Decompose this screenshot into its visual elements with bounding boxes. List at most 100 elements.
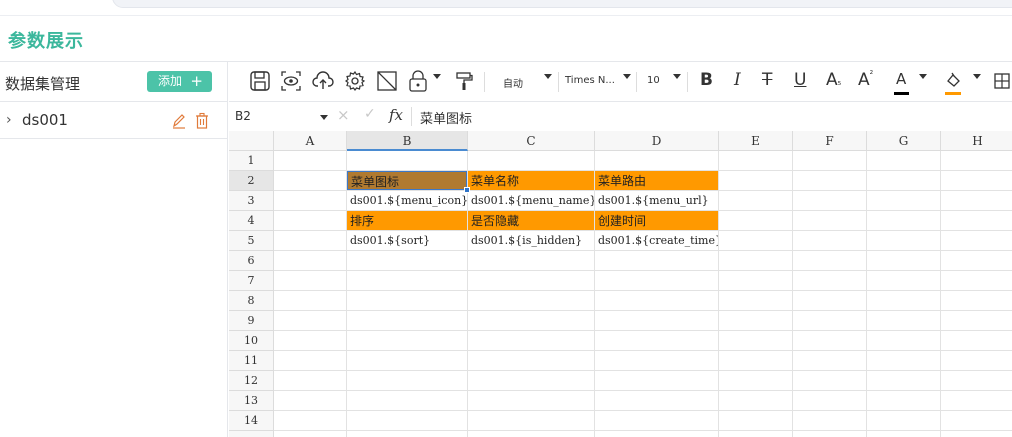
cancel-icon[interactable]: × (337, 106, 350, 124)
grid-line (940, 151, 941, 437)
dataset-name: ds001 (22, 111, 68, 129)
column-header-h[interactable]: H (941, 131, 1012, 151)
chevron-down-icon[interactable] (433, 74, 441, 79)
row-header-6[interactable]: 6 (229, 251, 274, 271)
subscript-button[interactable]: A₅ (826, 70, 841, 90)
bold-button[interactable]: B (700, 70, 713, 90)
chevron-down-icon[interactable] (919, 74, 927, 79)
chevron-down-icon[interactable] (673, 74, 681, 79)
toolbar-separator (558, 72, 559, 92)
cell-d5[interactable]: ds001.${create_time} (595, 231, 718, 250)
row-header-8[interactable]: 8 (229, 291, 274, 311)
fill-handle[interactable] (464, 187, 470, 193)
cell-d3[interactable]: ds001.${menu_url} (595, 191, 718, 210)
fill-color-bar (945, 92, 961, 95)
clear-format-icon[interactable] (376, 70, 398, 92)
strikethrough-button[interactable]: T (762, 70, 772, 90)
top-search-bar[interactable] (112, 0, 1012, 8)
dataset-panel-title: 数据集管理 (5, 75, 81, 93)
cell-b3[interactable]: ds001.${menu_icon} (347, 191, 467, 210)
plus-icon: + (190, 72, 203, 90)
border-icon[interactable] (991, 70, 1012, 92)
save-icon[interactable] (249, 70, 271, 92)
toolbar-separator (636, 72, 637, 92)
settings-icon[interactable] (344, 70, 366, 92)
grid-line (792, 151, 793, 437)
grid-line (274, 370, 1012, 371)
fill-color-icon[interactable] (943, 70, 965, 92)
cell-d2[interactable]: 菜单路由 (595, 171, 718, 190)
row-header-5[interactable]: 5 (229, 231, 274, 251)
column-header-b[interactable]: B (347, 131, 468, 151)
preview-icon[interactable] (280, 70, 302, 92)
row-header-7[interactable]: 7 (229, 271, 274, 291)
edit-icon[interactable] (171, 112, 187, 130)
subscript-label: A (826, 70, 838, 90)
italic-button[interactable]: I (734, 70, 741, 90)
row-header-1[interactable]: 1 (229, 151, 274, 171)
row-header-11[interactable]: 11 (229, 351, 274, 371)
toolbar-separator (687, 72, 688, 92)
cell-c2[interactable]: 菜单名称 (468, 171, 594, 190)
formula-bar: B2 × ✓ fx 菜单图标 (229, 103, 1012, 130)
grid-line (274, 410, 1012, 411)
formula-input[interactable]: 菜单图标 (420, 108, 472, 127)
column-header-f[interactable]: F (793, 131, 867, 151)
column-header-c[interactable]: C (468, 131, 595, 151)
spreadsheet-grid[interactable]: A B C D E F G H 1 2 3 4 5 6 7 8 9 10 11 12 13 14 菜单图标 菜单名称 菜单路由 d… (229, 131, 1012, 437)
delete-icon[interactable] (194, 112, 210, 130)
upload-icon[interactable] (312, 70, 334, 92)
divider (411, 107, 412, 126)
chevron-down-icon[interactable] (973, 74, 981, 79)
dataset-panel-header: 数据集管理 添加 + (0, 62, 228, 102)
grid-line (274, 430, 1012, 431)
cell-b5[interactable]: ds001.${sort} (347, 231, 467, 250)
row-header-14[interactable]: 14 (229, 411, 274, 431)
font-family-select[interactable]: Times N... (565, 75, 615, 86)
row-header-partial[interactable] (229, 431, 274, 437)
chevron-down-icon[interactable] (320, 115, 328, 120)
row-header-10[interactable]: 10 (229, 331, 274, 351)
superscript-button[interactable]: A² (858, 70, 873, 90)
page-title: 参数展示 (8, 31, 84, 52)
column-header-e[interactable]: E (719, 131, 793, 151)
confirm-icon[interactable]: ✓ (364, 106, 376, 122)
toolbar: 自动 Times N... 10 B I T U A₅ A² A (229, 62, 1012, 102)
cell-b4[interactable]: 排序 (347, 211, 467, 230)
grid-line (274, 310, 1012, 311)
row-header-4[interactable]: 4 (229, 211, 274, 231)
font-size-select[interactable]: 10 (647, 75, 660, 86)
cell-d4[interactable]: 创建时间 (595, 211, 718, 230)
add-dataset-button[interactable]: 添加 + (147, 71, 212, 92)
row-header-12[interactable]: 12 (229, 371, 274, 391)
cell-c4[interactable]: 是否隐藏 (468, 211, 594, 230)
column-header-a[interactable]: A (274, 131, 347, 151)
lock-icon[interactable] (407, 70, 429, 92)
cell-c5[interactable]: ds001.${is_hidden} (468, 231, 594, 250)
dataset-item[interactable]: › ds001 (0, 103, 228, 139)
top-strip (0, 0, 1012, 14)
grid-line (718, 151, 719, 437)
row-header-3[interactable]: 3 (229, 191, 274, 211)
number-format-select[interactable]: 自动 (503, 75, 523, 90)
select-all-corner[interactable] (229, 131, 274, 151)
underline-button[interactable]: U (794, 70, 806, 90)
fx-icon[interactable]: fx (389, 106, 403, 124)
chevron-down-icon[interactable] (623, 74, 631, 79)
row-header-13[interactable]: 13 (229, 391, 274, 411)
column-header-d[interactable]: D (595, 131, 719, 151)
row-header-9[interactable]: 9 (229, 311, 274, 331)
chevron-right-icon[interactable]: › (6, 112, 12, 128)
grid-line (274, 270, 1012, 271)
cell-reference-input[interactable]: B2 (235, 109, 251, 123)
column-header-g[interactable]: G (867, 131, 941, 151)
format-painter-icon[interactable] (453, 70, 475, 92)
chevron-down-icon[interactable] (544, 74, 552, 79)
grid-line (274, 390, 1012, 391)
grid-line (274, 330, 1012, 331)
toolbar-separator (484, 72, 485, 92)
font-color-button[interactable]: A (896, 70, 906, 88)
row-header-2[interactable]: 2 (229, 171, 274, 191)
cell-b2[interactable]: 菜单图标 (347, 171, 467, 190)
cell-c3[interactable]: ds001.${menu_name} (468, 191, 594, 210)
